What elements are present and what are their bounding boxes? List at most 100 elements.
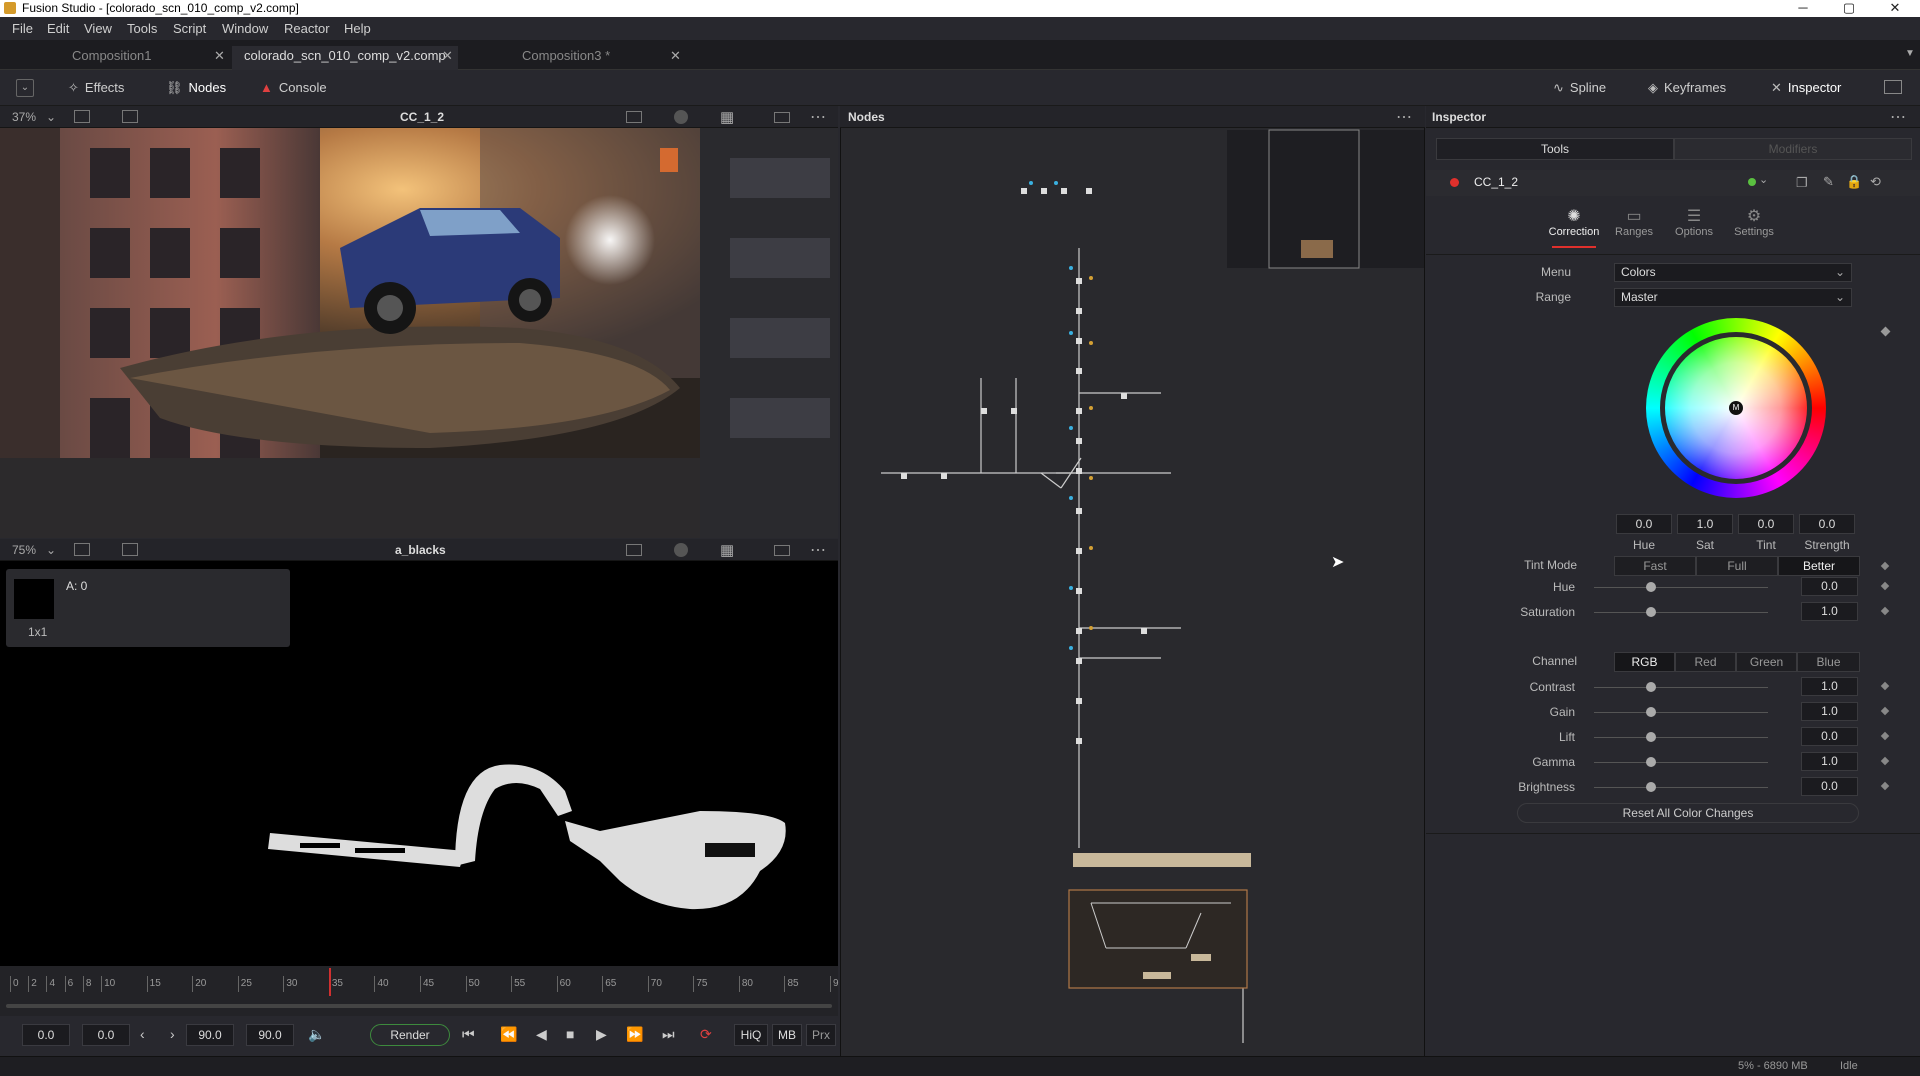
subtab-options[interactable]: ☰ Options: [1664, 206, 1724, 246]
channel-a-icon[interactable]: [74, 110, 90, 123]
channel-green[interactable]: Green: [1736, 652, 1797, 672]
wheel-sat-field[interactable]: 1.0: [1677, 514, 1733, 534]
maximize-button[interactable]: ▢: [1826, 0, 1872, 17]
viewer1-image[interactable]: [0, 128, 838, 538]
channel-a-icon[interactable]: [74, 543, 90, 556]
wheel-strength-field[interactable]: 0.0: [1799, 514, 1855, 534]
tint-mode-better[interactable]: Better: [1778, 556, 1860, 576]
color-picker-icon[interactable]: [674, 110, 688, 124]
close-tab-icon[interactable]: ✕: [442, 48, 453, 64]
keyframe-icon[interactable]: [1880, 606, 1890, 616]
render-end-field[interactable]: 90.0: [186, 1024, 234, 1046]
playhead[interactable]: [328, 968, 331, 996]
keyframes-button[interactable]: ◈ Keyframes: [1648, 80, 1726, 96]
gain-slider-knob[interactable]: [1646, 707, 1656, 717]
lut-icon[interactable]: [626, 111, 642, 123]
saturation-slider-knob[interactable]: [1646, 607, 1656, 617]
keyframe-icon[interactable]: [1880, 731, 1890, 741]
wheel-handle[interactable]: M: [1729, 401, 1743, 415]
contrast-slider-track[interactable]: [1594, 687, 1768, 688]
tint-mode-fast[interactable]: Fast: [1614, 556, 1696, 576]
tab-overflow-icon[interactable]: ▼: [1905, 48, 1915, 59]
hue-value-field[interactable]: 0.0: [1801, 577, 1858, 596]
prx-button[interactable]: Prx: [806, 1024, 836, 1046]
safe-frame-icon[interactable]: [774, 545, 790, 556]
close-tab-icon[interactable]: ✕: [214, 48, 225, 64]
close-tab-icon[interactable]: ✕: [670, 48, 681, 64]
hue-slider-knob[interactable]: [1646, 582, 1656, 592]
subtab-correction[interactable]: ✺ Correction: [1544, 206, 1604, 248]
viewer2-image[interactable]: A: 0 1x1: [0, 561, 838, 966]
mb-button[interactable]: MB: [772, 1024, 802, 1046]
step-back-icon[interactable]: ‹: [140, 1026, 145, 1042]
nodes-button[interactable]: ⛓ Nodes: [166, 80, 226, 96]
stop-icon[interactable]: ■: [566, 1026, 574, 1042]
color-picker-icon[interactable]: [674, 543, 688, 557]
tab-colorado-comp[interactable]: colorado_scn_010_comp_v2.comp ✕: [232, 46, 458, 70]
wheel-hue-field[interactable]: 0.0: [1616, 514, 1672, 534]
go-to-end-icon[interactable]: ⏭: [662, 1026, 675, 1043]
range-dropdown[interactable]: Master ⌄: [1614, 288, 1852, 307]
chevron-down-icon[interactable]: ⌄: [46, 543, 56, 557]
subtab-ranges[interactable]: ▭ Ranges: [1604, 206, 1664, 246]
saturation-value-field[interactable]: 1.0: [1801, 602, 1858, 621]
menu-window[interactable]: Window: [222, 21, 268, 36]
saturation-slider-track[interactable]: [1594, 612, 1768, 613]
global-end-field[interactable]: 90.0: [246, 1024, 294, 1046]
timeline-scrollbar[interactable]: [6, 1004, 832, 1008]
go-to-start-icon[interactable]: ⏮: [462, 1026, 475, 1043]
tab-composition1[interactable]: Composition1 ✕: [0, 46, 232, 70]
spline-button[interactable]: ∿ Spline: [1553, 80, 1606, 96]
lut-icon[interactable]: [626, 544, 642, 556]
channel-blue[interactable]: Blue: [1797, 652, 1860, 672]
tint-mode-full[interactable]: Full: [1696, 556, 1778, 576]
grid-icon[interactable]: ▦: [720, 541, 734, 559]
contrast-value-field[interactable]: 1.0: [1801, 677, 1858, 696]
keyframe-icon[interactable]: [1880, 326, 1891, 337]
version-icon[interactable]: ❐: [1796, 175, 1808, 191]
effects-button[interactable]: ✧ Effects: [68, 80, 124, 96]
monitor-icon[interactable]: [1884, 80, 1902, 94]
keyframe-icon[interactable]: [1880, 561, 1890, 571]
play-reverse-icon[interactable]: ◀: [536, 1026, 547, 1043]
keyframe-icon[interactable]: [1880, 706, 1890, 716]
gamma-value-field[interactable]: 1.0: [1801, 752, 1858, 771]
more-options-icon[interactable]: ⋯: [1396, 107, 1412, 127]
fast-forward-icon[interactable]: ⏩: [626, 1026, 643, 1043]
hiq-button[interactable]: HiQ: [734, 1024, 768, 1046]
wheel-tint-field[interactable]: 0.0: [1738, 514, 1794, 534]
play-icon[interactable]: ▶: [596, 1026, 607, 1043]
node-graph[interactable]: ➤: [840, 128, 1425, 1056]
minimize-button[interactable]: ─: [1780, 0, 1826, 17]
contrast-slider-knob[interactable]: [1646, 682, 1656, 692]
channel-rgb[interactable]: RGB: [1614, 652, 1675, 672]
reset-color-changes-button[interactable]: Reset All Color Changes: [1517, 803, 1859, 823]
lift-slider-knob[interactable]: [1646, 732, 1656, 742]
color-wheel[interactable]: M: [1646, 318, 1826, 498]
brightness-value-field[interactable]: 0.0: [1801, 777, 1858, 796]
render-button[interactable]: Render: [370, 1024, 450, 1046]
volume-icon[interactable]: 🔈: [308, 1026, 325, 1043]
viewer1-zoom[interactable]: 37%: [12, 110, 36, 124]
roi-icon[interactable]: [122, 110, 138, 123]
more-options-icon[interactable]: ⋯: [810, 107, 826, 127]
grid-icon[interactable]: ▦: [720, 108, 734, 126]
menu-script[interactable]: Script: [173, 21, 206, 36]
menu-view[interactable]: View: [84, 21, 112, 36]
more-options-icon[interactable]: ⋯: [810, 540, 826, 560]
brightness-slider-knob[interactable]: [1646, 782, 1656, 792]
step-forward-icon[interactable]: ›: [170, 1026, 175, 1042]
roi-icon[interactable]: [122, 543, 138, 556]
global-start-field[interactable]: 0.0: [22, 1024, 70, 1046]
lock-icon[interactable]: 🔒: [1846, 174, 1862, 190]
lift-value-field[interactable]: 0.0: [1801, 727, 1858, 746]
keyframe-icon[interactable]: [1880, 781, 1890, 791]
brightness-slider-track[interactable]: [1594, 787, 1768, 788]
menu-edit[interactable]: Edit: [47, 21, 69, 36]
gain-slider-track[interactable]: [1594, 712, 1768, 713]
gain-value-field[interactable]: 1.0: [1801, 702, 1858, 721]
tab-tools[interactable]: Tools: [1436, 138, 1674, 160]
toggle-panel-icon[interactable]: ⌄: [16, 79, 34, 97]
channel-red[interactable]: Red: [1675, 652, 1736, 672]
menu-file[interactable]: File: [12, 21, 33, 36]
